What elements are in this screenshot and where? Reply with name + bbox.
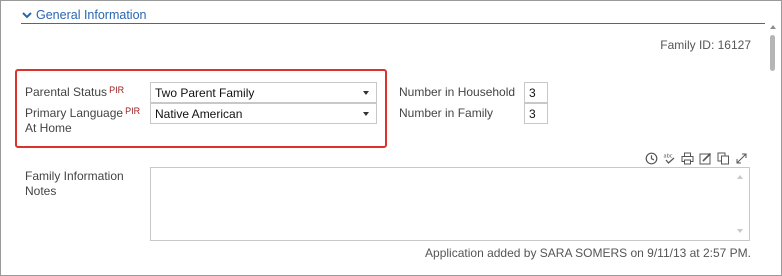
number-in-household-label: Number in Household [399, 85, 516, 99]
print-icon[interactable] [680, 151, 695, 166]
family-information-notes-textarea[interactable] [150, 167, 750, 241]
page-scrollbar[interactable] [767, 25, 779, 275]
family-id: Family ID: 16127 [660, 38, 751, 52]
family-information-notes-label: Family Information Notes [25, 169, 124, 198]
scroll-up-arrow-icon[interactable] [737, 175, 743, 179]
number-in-family-input[interactable]: 3 [524, 103, 548, 124]
spellcheck-icon[interactable]: abc [662, 151, 677, 166]
dropdown-caret-icon [363, 91, 369, 95]
clock-icon[interactable] [644, 151, 659, 166]
application-added-note: Application added by SARA SOMERS on 9/11… [425, 246, 751, 260]
edit-icon[interactable] [698, 151, 713, 166]
primary-language-select[interactable]: Native American [150, 103, 377, 124]
scroll-up-arrow-icon[interactable] [770, 25, 776, 29]
expand-icon[interactable] [734, 151, 749, 166]
pir-badge: PIR [109, 85, 125, 95]
parental-status-label: Parental Status PIR [25, 85, 125, 99]
pir-badge: PIR [125, 106, 141, 116]
scrollbar-thumb[interactable] [770, 35, 775, 71]
section-header-general-information[interactable]: General Information [21, 6, 765, 24]
section-title[interactable]: General Information [36, 7, 146, 23]
notes-toolbar: abc [644, 150, 749, 166]
svg-text:abc: abc [664, 153, 673, 159]
copy-icon[interactable] [716, 151, 731, 166]
primary-language-value: Native American [155, 106, 243, 121]
dropdown-caret-icon [363, 112, 369, 116]
number-in-family-label: Number in Family [399, 106, 494, 120]
chevron-down-icon[interactable] [21, 9, 33, 21]
scroll-down-arrow-icon[interactable] [737, 229, 743, 233]
parental-status-value: Two Parent Family [155, 85, 255, 100]
parental-status-select[interactable]: Two Parent Family [150, 82, 377, 103]
number-in-household-input[interactable]: 3 [524, 82, 548, 103]
primary-language-label: Primary Language PIR At Home [25, 106, 141, 135]
